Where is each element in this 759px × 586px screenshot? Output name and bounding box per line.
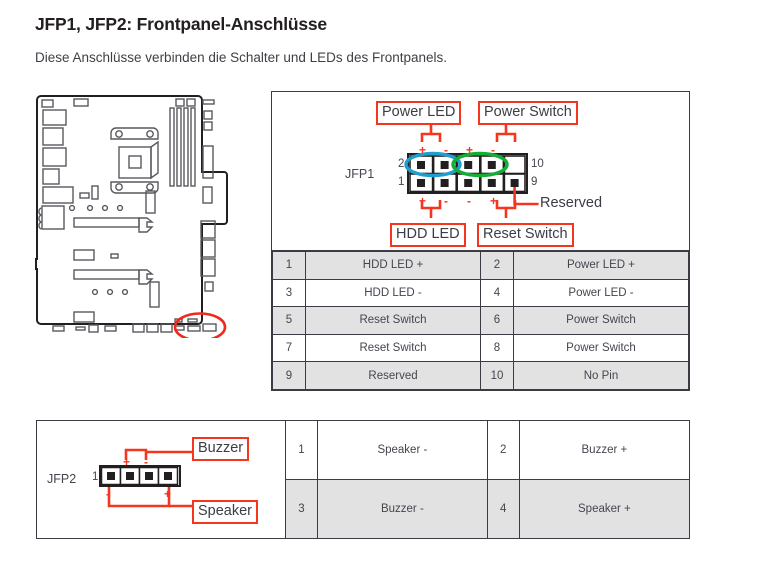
- table-row: 3 HDD LED - 4 Power LED -: [272, 278, 689, 308]
- table-row: 9 Reserved 10 No Pin: [272, 361, 689, 390]
- cell-pin-name: Buzzer +: [518, 421, 689, 480]
- polarity-top-1: +: [419, 143, 427, 157]
- cell-pin-number: 2: [480, 251, 514, 280]
- cell-pin-number: 1: [272, 251, 306, 280]
- motherboard-diagram: [33, 90, 233, 338]
- cell-pin-name: No Pin: [513, 361, 689, 390]
- pin-number-10: 10: [531, 158, 544, 170]
- table-row: 5 Reset Switch 6 Power Switch: [272, 306, 689, 335]
- jfp2-polarity-bottom-1: -: [106, 487, 110, 501]
- pin-number-1: 1: [398, 176, 405, 188]
- polarity-top-3: +: [466, 143, 474, 157]
- jfp2-pin-number-1: 1: [92, 471, 99, 483]
- jfp2-connector-svg: [99, 448, 192, 508]
- cell-pin-name: Speaker +: [518, 479, 689, 538]
- cell-pin-number: 4: [486, 479, 520, 538]
- page-title: JFP1, JFP2: Frontpanel-Anschlüsse: [35, 14, 327, 34]
- callout-reserved: Reserved: [540, 195, 603, 211]
- jfp2-pin-table: 1 Speaker - 2 Buzzer + 3 Buzzer - 4 Spea…: [286, 421, 689, 538]
- cell-pin-number: 3: [272, 278, 306, 308]
- polarity-bottom-3: -: [467, 194, 471, 208]
- jfp2-table-wrapper: 1 Speaker - 2 Buzzer + 3 Buzzer - 4 Spea…: [286, 421, 689, 538]
- cell-pin-number: 4: [480, 278, 514, 308]
- jfp2-section: Buzzer Speaker JFP2 1 + - - + 1 Speaker …: [36, 420, 690, 539]
- cell-pin-name: Power LED -: [513, 278, 689, 308]
- polarity-bottom-2: -: [444, 194, 448, 208]
- polarity-bottom-4: +: [490, 194, 498, 208]
- cell-pin-name: HDD LED +: [305, 251, 481, 280]
- jfp2-polarity-top-2: -: [144, 455, 148, 469]
- cell-pin-name: Reserved: [305, 361, 481, 390]
- cell-pin-name: Reset Switch: [305, 306, 481, 335]
- jfp1-connector-svg: [404, 124, 539, 218]
- polarity-top-2: -: [444, 143, 448, 157]
- cell-pin-number: 10: [480, 361, 514, 390]
- cell-pin-name: Reset Switch: [305, 333, 481, 363]
- cell-pin-number: 8: [480, 333, 514, 363]
- jfp2-polarity-top-1: +: [123, 455, 131, 469]
- cell-pin-number: 1: [286, 421, 318, 480]
- table-row: 1 Speaker - 2 Buzzer +: [286, 421, 689, 480]
- cell-pin-name: Buzzer -: [317, 479, 488, 538]
- cell-pin-number: 3: [286, 479, 318, 538]
- cell-pin-name: Speaker -: [317, 421, 488, 480]
- jfp2-pinout-diagram: Buzzer Speaker JFP2 1 + - - +: [37, 421, 286, 538]
- motherboard-svg: [35, 95, 228, 338]
- cell-pin-number: 9: [272, 361, 306, 390]
- table-row: 7 Reset Switch 8 Power Switch: [272, 333, 689, 363]
- cell-pin-name: HDD LED -: [305, 278, 481, 308]
- jfp1-pinout-diagram: Power LED Power Switch HDD LED Reset Swi…: [272, 92, 689, 251]
- jfp1-section: Power LED Power Switch HDD LED Reset Swi…: [271, 91, 690, 391]
- cell-pin-name: Power LED +: [513, 251, 689, 280]
- cell-pin-number: 6: [480, 306, 514, 335]
- table-row: 3 Buzzer - 4 Speaker +: [286, 479, 689, 538]
- pin-number-9: 9: [531, 176, 538, 188]
- page-subtitle: Diese Anschlüsse verbinden die Schalter …: [35, 50, 447, 65]
- jfp2-polarity-bottom-2: +: [164, 487, 172, 501]
- pin-number-2: 2: [398, 158, 405, 170]
- cell-pin-number: 7: [272, 333, 306, 363]
- cell-pin-name: Power Switch: [513, 306, 689, 335]
- table-row: 1 HDD LED + 2 Power LED +: [272, 251, 689, 280]
- jfp1-pin-table: 1 HDD LED + 2 Power LED + 3 HDD LED - 4 …: [272, 251, 689, 390]
- cell-pin-number: 5: [272, 306, 306, 335]
- cell-pin-name: Power Switch: [513, 333, 689, 363]
- polarity-bottom-1: +: [419, 194, 427, 208]
- cell-pin-number: 2: [486, 421, 520, 480]
- polarity-top-4: -: [491, 143, 495, 157]
